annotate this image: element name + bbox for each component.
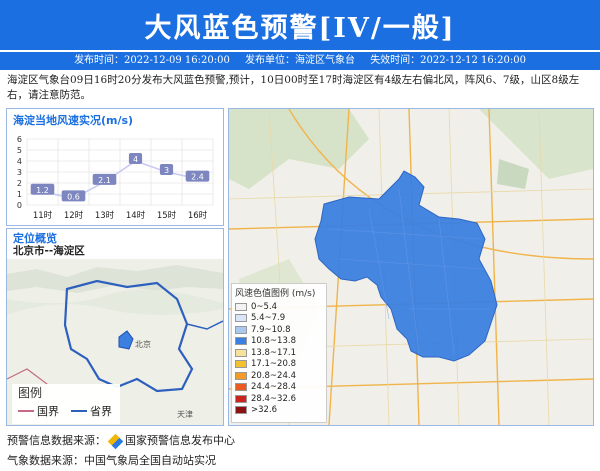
legend-swatch bbox=[235, 383, 247, 392]
legend-swatch bbox=[235, 360, 247, 369]
legend-label: 20.8~24.4 bbox=[251, 370, 296, 381]
warning-description: 海淀区气象台09日16时20分发布大风蓝色预警,预计，10日00时至17时海淀区… bbox=[7, 74, 580, 101]
legend-label: 0~5.4 bbox=[251, 301, 278, 312]
legend-swatch bbox=[235, 394, 247, 403]
data-label: 2.1 bbox=[98, 176, 111, 185]
data-label: 4 bbox=[133, 155, 138, 164]
source-name[interactable]: 国家预警信息发布中心 bbox=[125, 434, 235, 447]
location-subtitle: 北京市--海淀区 bbox=[13, 245, 85, 257]
x-tick-label: 11时 bbox=[33, 210, 53, 221]
place-label-tianjin: 天津 bbox=[177, 409, 193, 419]
legend-title: 风速色值图例 (m/s) bbox=[235, 289, 316, 299]
legend-swatch bbox=[235, 406, 247, 415]
x-tick-label: 16时 bbox=[188, 210, 208, 221]
legend-label: 10.8~13.8 bbox=[251, 336, 296, 347]
page-title: 大风蓝色预警[IV/一般] bbox=[144, 13, 456, 44]
y-tick-label: 4 bbox=[17, 157, 22, 166]
x-tick-label: 13时 bbox=[95, 210, 115, 221]
legend-label: 7.9~10.8 bbox=[251, 324, 291, 335]
legend-swatch bbox=[235, 371, 247, 380]
legend-swatch bbox=[235, 337, 247, 346]
legend-label: >32.6 bbox=[251, 405, 278, 416]
location-legend: 图例 国界 省界 bbox=[12, 384, 120, 424]
y-tick-label: 1 bbox=[17, 190, 22, 199]
legend-label: 13.8~17.1 bbox=[251, 347, 296, 358]
meta-bar: 发布时间：2022-12-09 16:20:00 发布单位：海淀区气象台 失效时… bbox=[0, 52, 600, 70]
data-label: 0.6 bbox=[67, 192, 80, 201]
issue-time: 发布时间：2022-12-09 16:20:00 bbox=[74, 55, 230, 66]
national-border-swatch bbox=[18, 410, 34, 412]
data-label: 1.2 bbox=[36, 186, 49, 195]
legend-label: 28.4~32.6 bbox=[251, 393, 296, 404]
issuer: 发布单位：海淀区气象台 bbox=[245, 55, 355, 66]
wind-color-legend: 风速色值图例 (m/s) 0~5.4 5.4~7.9 7.9~10.8 10.8… bbox=[231, 283, 327, 423]
legend-label: 5.4~7.9 bbox=[251, 313, 286, 324]
national-border-label: 国界 bbox=[37, 405, 59, 418]
expire-time: 失效时间：2022-12-12 16:20:00 bbox=[370, 55, 526, 66]
weather-source-line: 气象数据来源：中国气象局全国自动站实况 bbox=[7, 454, 216, 467]
place-label-beijing: 北京 bbox=[135, 339, 151, 349]
source-label: 预警信息数据来源： bbox=[7, 434, 106, 447]
x-tick-label: 14时 bbox=[126, 210, 146, 221]
y-tick-label: 6 bbox=[17, 135, 22, 144]
y-tick-label: 2 bbox=[17, 179, 22, 188]
legend-label: 17.1~20.8 bbox=[251, 359, 296, 370]
legend-label: 24.4~28.4 bbox=[251, 382, 296, 393]
wind-panel-title: 海淀当地风速实况(m/s) bbox=[13, 114, 134, 127]
y-tick-label: 0 bbox=[17, 201, 22, 210]
x-tick-label: 15时 bbox=[157, 210, 177, 221]
legend-swatch bbox=[235, 348, 247, 357]
location-legend-title: 图例 bbox=[18, 386, 43, 400]
y-tick-label: 3 bbox=[17, 168, 22, 177]
legend-swatch bbox=[235, 314, 247, 323]
warning-center-logo-icon bbox=[107, 433, 124, 449]
legend-swatch bbox=[235, 302, 247, 311]
y-tick-label: 5 bbox=[17, 146, 22, 155]
province-border-label: 省界 bbox=[90, 405, 112, 418]
header-bar: 大风蓝色预警[IV/一般] bbox=[0, 0, 600, 50]
legend-swatch bbox=[235, 325, 247, 334]
x-tick-label: 12时 bbox=[64, 210, 84, 221]
source-line: 预警信息数据来源： 国家预警信息发布中心 bbox=[7, 432, 235, 449]
province-border-swatch bbox=[71, 410, 87, 412]
data-label: 3 bbox=[164, 166, 169, 175]
data-label: 2.4 bbox=[191, 173, 204, 182]
